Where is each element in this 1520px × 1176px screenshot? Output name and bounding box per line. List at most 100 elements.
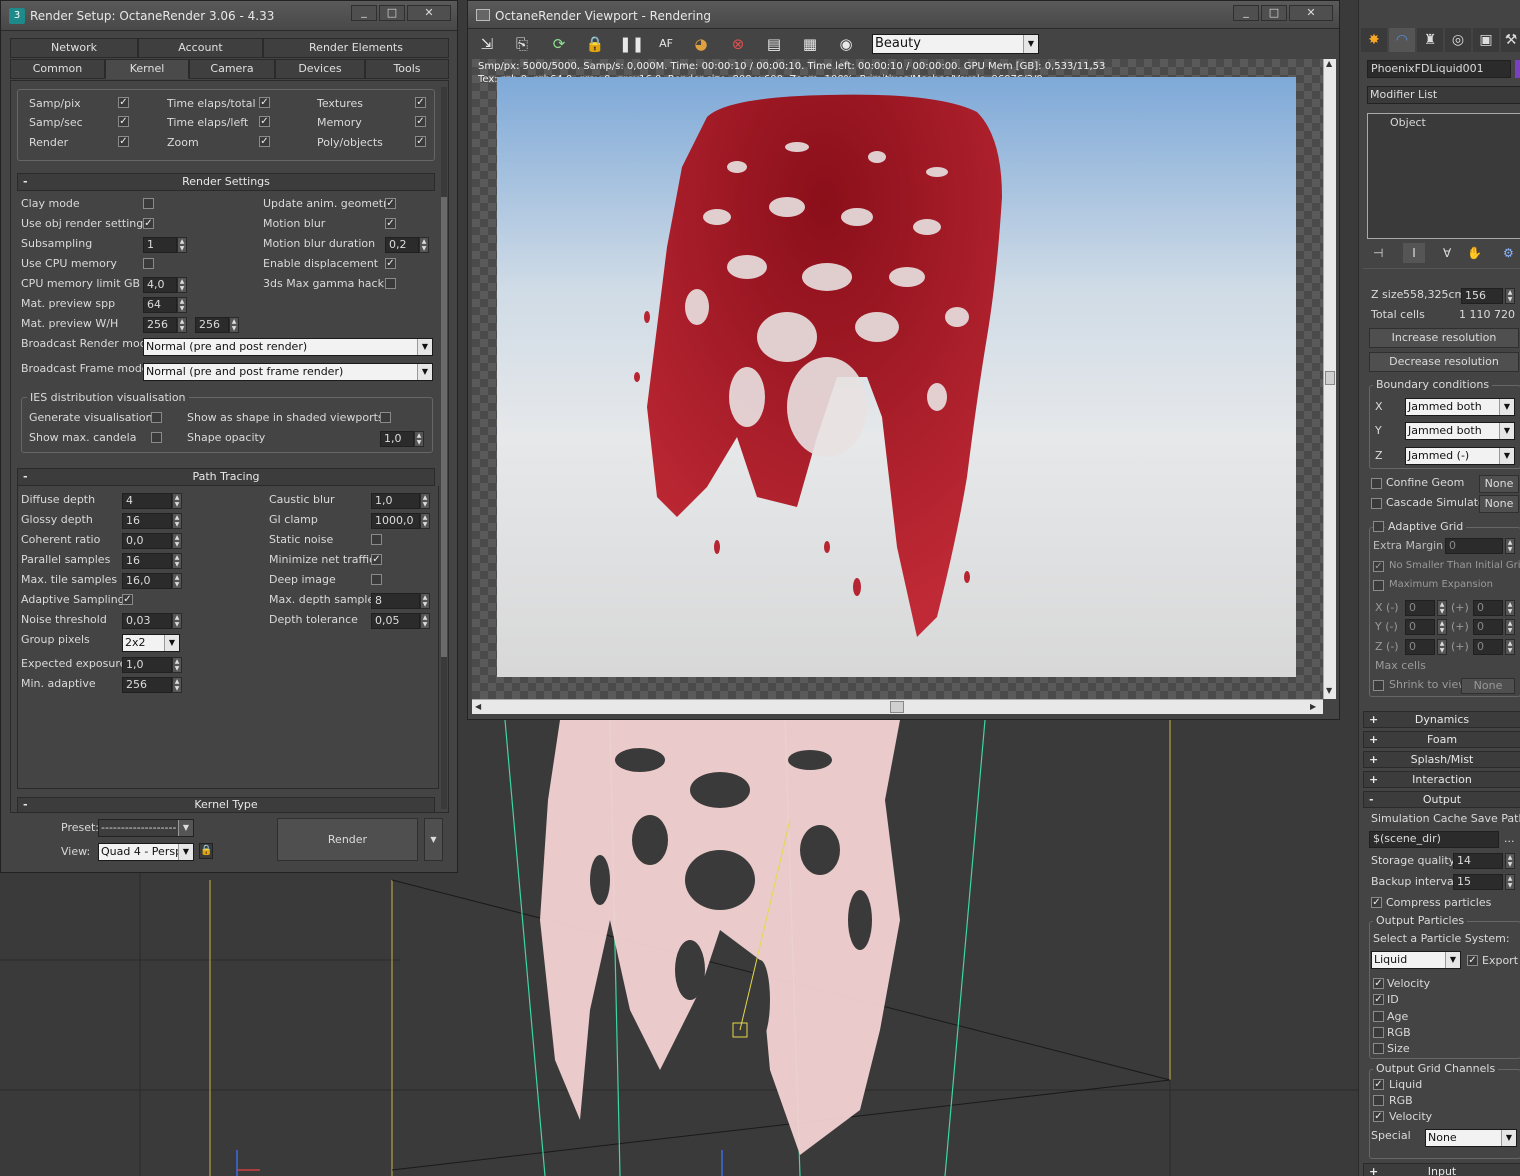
rollout-splash[interactable]: + Splash/Mist — [1363, 751, 1520, 768]
broadcast-render-dropdown[interactable]: Normal (pre and post render) ▼ — [143, 338, 433, 356]
stat-checkbox[interactable]: ✓ — [415, 116, 426, 127]
grid-channel-checkbox[interactable]: ✓ — [1373, 1079, 1384, 1090]
lock-icon[interactable]: 🔒 — [199, 843, 213, 859]
stat-checkbox[interactable]: ✓ — [415, 97, 426, 108]
gamma-hack-checkbox[interactable] — [385, 278, 396, 289]
mat-spp-field[interactable]: 64 — [143, 297, 177, 313]
cascade-checkbox[interactable] — [1371, 498, 1382, 509]
gen-vis-checkbox[interactable] — [151, 412, 162, 423]
rollout-foam[interactable]: + Foam — [1363, 731, 1520, 748]
glossy-depth-spinner[interactable]: ▲ ▼ — [172, 513, 182, 529]
minimize-button[interactable]: _ — [1233, 5, 1259, 21]
xp-spinner[interactable]: ▲ ▼ — [1505, 600, 1515, 616]
channel-checkbox[interactable] — [1373, 1043, 1384, 1054]
use-obj-checkbox[interactable]: ✓ — [143, 218, 154, 229]
compress-checkbox[interactable]: ✓ — [1371, 897, 1382, 908]
parallel-samples-field[interactable]: 16 — [122, 553, 172, 569]
close-button[interactable]: ✕ — [407, 5, 451, 21]
static-noise-checkbox[interactable] — [371, 534, 382, 545]
gi-clamp-field[interactable]: 1000,0 — [371, 513, 420, 529]
max-depth-samples-spinner[interactable]: ▲ ▼ — [420, 593, 430, 609]
mat-h-spinner[interactable]: ▲ ▼ — [229, 317, 239, 333]
tab-tools[interactable]: Tools — [365, 59, 449, 79]
copy-icon[interactable]: ⎘ — [511, 33, 533, 55]
parallel-samples-spinner[interactable]: ▲ ▼ — [172, 553, 182, 569]
render-setup-titlebar[interactable]: 3 Render Setup: OctaneRender 3.06 - 4.33… — [1, 1, 457, 31]
tab-camera[interactable]: Camera — [189, 59, 275, 79]
refresh-icon[interactable]: ⟳ — [548, 33, 570, 55]
cache-path-field[interactable]: $(scene_dir) — [1369, 831, 1499, 848]
show-end-result-icon[interactable]: Ⅰ — [1403, 243, 1425, 263]
clear-icon[interactable]: ⊗ — [727, 33, 749, 55]
shrink-button[interactable]: None — [1461, 678, 1515, 694]
export-checkbox[interactable]: ✓ — [1467, 955, 1478, 966]
mb-duration-spinner[interactable]: ▲ ▼ — [419, 237, 429, 253]
viewport-vscroll[interactable]: ▲ ▼ — [1323, 59, 1336, 699]
cpu-limit-spinner[interactable]: ▲ ▼ — [177, 277, 187, 293]
channel-checkbox[interactable] — [1373, 1027, 1384, 1038]
decrease-resolution-button[interactable]: Decrease resolution — [1369, 352, 1519, 372]
expected-exposure-spinner[interactable]: ▲ ▼ — [172, 657, 182, 673]
viewport-hscroll[interactable]: ◀ ▶ — [472, 699, 1323, 714]
stat-checkbox[interactable]: ✓ — [259, 116, 270, 127]
minimize-button[interactable]: _ — [351, 5, 377, 21]
boundary-z-dropdown[interactable]: Jammed (-) ▼ — [1405, 447, 1515, 465]
extra-margin-spinner[interactable]: ▲ ▼ — [1505, 538, 1515, 554]
confine-button[interactable]: None — [1479, 475, 1519, 493]
extra-margin-field[interactable]: 0 — [1445, 538, 1503, 554]
scroll-down-arrow[interactable]: ▼ — [1326, 686, 1332, 695]
object-color-swatch[interactable] — [1515, 60, 1520, 78]
show-shape-checkbox[interactable] — [380, 412, 391, 423]
max-tile-spinner[interactable]: ▲ ▼ — [172, 573, 182, 589]
stat-checkbox[interactable]: ✓ — [415, 136, 426, 147]
grid-channel-checkbox[interactable]: ✓ — [1373, 1111, 1384, 1122]
zp-spinner[interactable]: ▲ ▼ — [1505, 639, 1515, 655]
tab-devices[interactable]: Devices — [275, 59, 365, 79]
modify-tab-icon[interactable]: ◠ — [1389, 28, 1415, 52]
stat-checkbox[interactable]: ✓ — [118, 97, 129, 108]
boundary-x-dropdown[interactable]: Jammed both ▼ — [1405, 398, 1515, 416]
rollout-output[interactable]: - Output — [1363, 791, 1520, 808]
max-expansion-checkbox[interactable] — [1373, 580, 1384, 591]
use-cpu-checkbox[interactable] — [143, 258, 154, 269]
min-net-traffic-checkbox[interactable]: ✓ — [371, 554, 382, 565]
object-name-field[interactable]: PhoenixFDLiquid001 — [1367, 60, 1511, 78]
pin-stack-icon[interactable]: ⊣ — [1373, 246, 1383, 260]
octane-titlebar[interactable]: OctaneRender Viewport - Rendering _ □ ✕ — [468, 1, 1339, 29]
pause-icon[interactable]: ❚❚ — [619, 33, 644, 55]
increase-resolution-button[interactable]: Increase resolution — [1369, 328, 1519, 348]
scroll-up-arrow[interactable]: ▲ — [1326, 59, 1332, 68]
make-unique-icon[interactable]: ∀ — [1443, 246, 1451, 260]
storage-quality-field[interactable]: 14 — [1453, 853, 1503, 869]
export-icon[interactable]: ⇲ — [476, 33, 498, 55]
xm-field[interactable]: 0 — [1405, 600, 1435, 616]
channel-checkbox[interactable]: ✓ — [1373, 994, 1384, 1005]
depth-tolerance-field[interactable]: 0,05 — [371, 613, 420, 629]
z-cells-spinner[interactable]: ▲ ▼ — [1505, 288, 1515, 304]
gi-clamp-spinner[interactable]: ▲ ▼ — [420, 513, 430, 529]
group-pixels-dropdown[interactable]: 2x2 ▼ — [122, 634, 180, 652]
close-button[interactable]: ✕ — [1289, 5, 1333, 21]
region-icon[interactable]: ▤ — [763, 33, 785, 55]
remove-modifier-icon[interactable]: ✋ — [1467, 246, 1482, 260]
scroll-left-arrow[interactable]: ◀ — [475, 702, 481, 711]
render-options-button[interactable]: ▼ — [424, 818, 443, 861]
xp-field[interactable]: 0 — [1473, 600, 1503, 616]
confine-checkbox[interactable] — [1371, 478, 1382, 489]
z-cells-field[interactable]: 156 — [1461, 288, 1503, 304]
ym-field[interactable]: 0 — [1405, 619, 1435, 635]
storage-quality-spinner[interactable]: ▲ ▼ — [1505, 853, 1515, 869]
hierarchy-tab-icon[interactable]: ♜ — [1417, 28, 1443, 52]
render-button[interactable]: Render — [277, 818, 418, 861]
mat-w-spinner[interactable]: ▲ ▼ — [177, 317, 187, 333]
noise-threshold-spinner[interactable]: ▲ ▼ — [172, 613, 182, 629]
vscroll-thumb[interactable] — [1325, 371, 1335, 385]
zm-field[interactable]: 0 — [1405, 639, 1435, 655]
adaptive-sampling-checkbox[interactable]: ✓ — [122, 594, 133, 605]
tab-common[interactable]: Common — [10, 59, 105, 79]
special-dropdown[interactable]: None ▼ — [1425, 1129, 1517, 1147]
stat-checkbox[interactable]: ✓ — [259, 136, 270, 147]
maximize-button[interactable]: □ — [379, 5, 405, 21]
no-smaller-checkbox[interactable]: ✓ — [1373, 561, 1384, 572]
min-adaptive-field[interactable]: 256 — [122, 677, 172, 693]
